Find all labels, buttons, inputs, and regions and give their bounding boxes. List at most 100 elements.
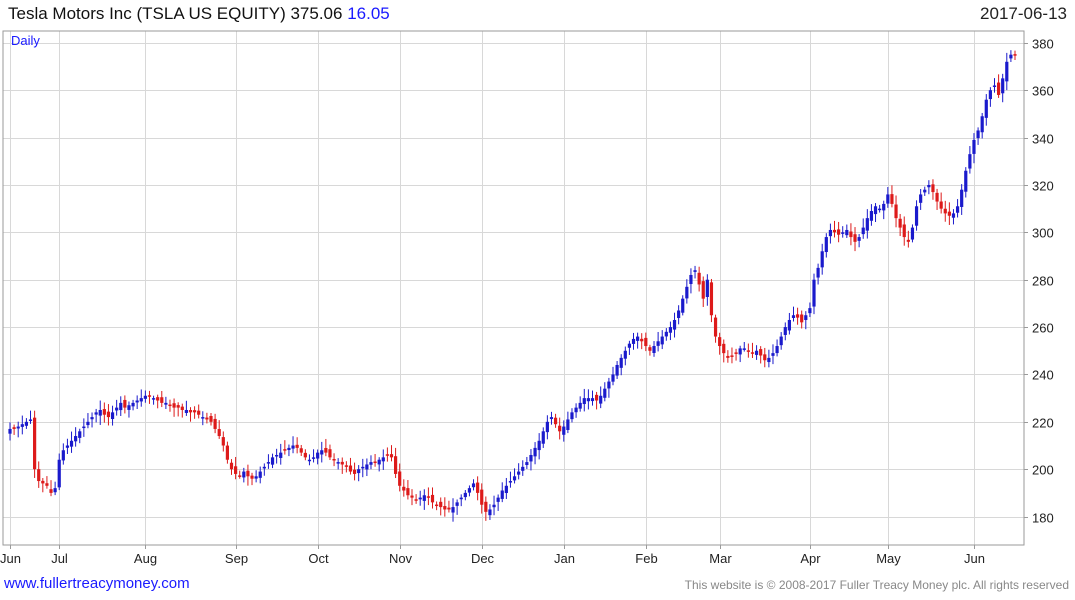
candle-body bbox=[668, 327, 673, 333]
candle-body bbox=[558, 425, 562, 432]
candle-body bbox=[902, 224, 906, 238]
candle-body bbox=[996, 82, 1001, 95]
candle-body bbox=[406, 488, 410, 496]
candle-body bbox=[763, 354, 767, 361]
candle-body bbox=[410, 495, 414, 498]
candle-body bbox=[430, 494, 435, 503]
candle-body bbox=[389, 454, 394, 458]
candle-body bbox=[599, 395, 603, 404]
candle-body bbox=[348, 465, 353, 472]
y-tick-label: 280 bbox=[1032, 274, 1054, 289]
candle-body bbox=[627, 343, 632, 348]
candle-body bbox=[74, 436, 78, 442]
candle-body bbox=[139, 398, 143, 402]
candle-body bbox=[562, 426, 566, 435]
candle-body bbox=[533, 447, 537, 457]
candle-body bbox=[53, 488, 57, 493]
candle-body bbox=[447, 507, 451, 510]
candle-body bbox=[254, 476, 258, 479]
candle-body bbox=[603, 388, 607, 398]
candle-body bbox=[443, 506, 447, 510]
candle-body bbox=[336, 462, 340, 464]
candle-body bbox=[168, 404, 172, 407]
candle-body bbox=[24, 421, 29, 426]
candle-body bbox=[283, 449, 287, 451]
candle-body bbox=[964, 170, 968, 192]
x-tick-label: Jun bbox=[964, 551, 985, 566]
candle-body bbox=[287, 447, 291, 451]
candle-body bbox=[156, 397, 160, 401]
candle-body bbox=[143, 395, 147, 399]
candle-body bbox=[299, 448, 303, 453]
candle-body bbox=[16, 426, 20, 429]
candle-body bbox=[115, 407, 119, 411]
candle-body bbox=[504, 485, 508, 494]
candle-body bbox=[221, 437, 225, 446]
candle-body bbox=[361, 466, 365, 469]
candle-body bbox=[422, 495, 426, 501]
y-tick-label: 180 bbox=[1032, 511, 1054, 526]
candle-body bbox=[352, 469, 357, 474]
candle-body bbox=[414, 499, 418, 501]
candle-body bbox=[988, 90, 992, 100]
candle-body bbox=[451, 507, 455, 513]
candle-body bbox=[192, 410, 197, 413]
site-link[interactable]: www.fullertreacymoney.com bbox=[4, 575, 190, 592]
candle-body bbox=[631, 338, 636, 344]
candle-body bbox=[119, 402, 123, 411]
candle-body bbox=[878, 208, 882, 211]
candle-body bbox=[344, 465, 348, 467]
candle-body bbox=[521, 466, 525, 471]
candle-body bbox=[976, 130, 980, 139]
candle-body bbox=[594, 394, 599, 401]
plot-area bbox=[3, 31, 1024, 545]
candle-body bbox=[759, 349, 763, 356]
x-axis: Jun Jul Aug Sep Oct Nov Dec Jan Feb Mar Apr May Jun bbox=[0, 545, 985, 566]
candle-body bbox=[615, 364, 619, 376]
candle-body bbox=[754, 350, 759, 355]
candle-body bbox=[238, 475, 242, 477]
x-tick-label: Sep bbox=[225, 551, 248, 566]
candle-body bbox=[279, 452, 283, 458]
candle-body bbox=[242, 471, 246, 478]
candle-body bbox=[590, 398, 595, 402]
candle-body bbox=[824, 237, 828, 253]
candle-body bbox=[1009, 54, 1013, 59]
candle-body bbox=[320, 450, 324, 455]
candle-body bbox=[508, 481, 513, 483]
candle-body bbox=[102, 409, 106, 415]
candle-body bbox=[49, 489, 53, 493]
candle-body bbox=[718, 337, 722, 347]
candle-body bbox=[931, 184, 935, 193]
candle-body bbox=[381, 457, 385, 462]
x-tick-label: Aug bbox=[134, 551, 157, 566]
candle-body bbox=[570, 412, 574, 420]
candle-body bbox=[517, 471, 521, 475]
candle-body bbox=[311, 457, 316, 459]
candle-body bbox=[791, 315, 796, 318]
candle-body bbox=[45, 483, 49, 486]
y-tick-label: 360 bbox=[1032, 84, 1054, 99]
interval-label: Daily bbox=[11, 33, 40, 48]
candle-body bbox=[722, 343, 726, 354]
candle-body bbox=[151, 398, 156, 400]
candle-body bbox=[435, 504, 439, 507]
candle-body bbox=[488, 509, 492, 516]
candle-body bbox=[357, 469, 361, 474]
candle-body bbox=[919, 194, 923, 203]
x-tick-label: Mar bbox=[709, 551, 732, 566]
candle-body bbox=[188, 410, 193, 413]
candle-body bbox=[980, 116, 984, 133]
candle-body bbox=[787, 319, 791, 331]
candle-body bbox=[398, 471, 402, 486]
candle-body bbox=[246, 470, 250, 477]
candle-body bbox=[500, 490, 504, 499]
candle-body bbox=[492, 504, 496, 508]
candle-body bbox=[33, 417, 37, 470]
copyright-notice: This website is © 2008-2017 Fuller Treac… bbox=[684, 578, 1069, 592]
candle-body bbox=[525, 462, 529, 466]
candle-body bbox=[201, 417, 205, 419]
candle-body bbox=[1013, 54, 1017, 56]
candle-body bbox=[935, 192, 939, 202]
candle-body bbox=[578, 402, 582, 409]
